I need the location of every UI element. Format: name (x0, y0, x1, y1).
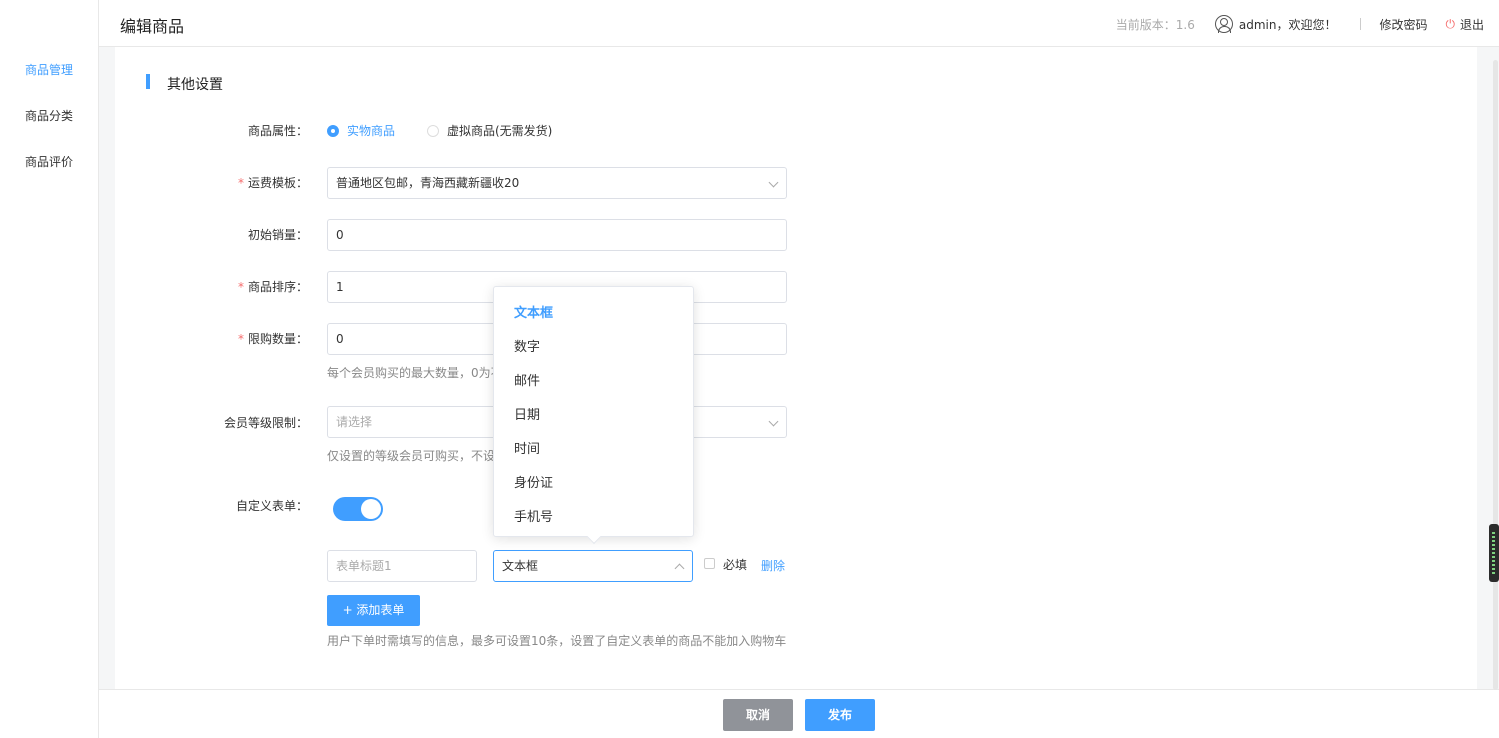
dropdown-option-date[interactable]: 日期 (514, 404, 540, 423)
welcome-text: admin，欢迎您！ (1238, 17, 1337, 32)
radio-virtual-product[interactable]: 虚拟商品(无需发货) (427, 122, 552, 139)
sidebar-item-product-management[interactable]: 商品管理 (0, 61, 99, 78)
product-sort-label: * 商品排序： (108, 278, 308, 295)
dropdown-option-phone[interactable]: 手机号 (514, 506, 553, 525)
version-text: 当前版本：1.6 (1115, 17, 1195, 32)
sidebar: 商品管理 商品分类 商品评价 (0, 0, 99, 738)
chevron-down-icon (768, 416, 779, 427)
label-text: 限购数量： (247, 332, 308, 346)
select-placeholder: 请选择 (336, 415, 373, 429)
sidebar-item-label: 商品评价 (25, 155, 74, 169)
required-asterisk: * (237, 332, 244, 346)
form-title-input[interactable]: 表单标题1 (327, 550, 477, 582)
member-level-label: 会员等级限制： (223, 416, 308, 430)
change-password-link[interactable]: 修改密码 (1379, 16, 1427, 33)
label-text: 运费模板： (247, 176, 308, 190)
shipping-template-select[interactable]: 普通地区包邮，青海西藏新疆收20 (327, 167, 787, 199)
user-icon (1214, 15, 1233, 33)
required-checkbox-label: 必填 (723, 558, 748, 572)
dropdown-option-email[interactable]: 邮件 (514, 370, 540, 389)
add-form-help: 用户下单时需填写的信息，最多可设置10条，设置了自定义表单的商品不能加入购物车 (327, 634, 787, 648)
product-attr-label: 商品属性： (247, 124, 308, 138)
custom-form-toggle[interactable] (333, 497, 383, 521)
footer-bar (99, 689, 1499, 738)
purchase-limit-help: 每个会员购买的最大数量，0为不 (327, 366, 503, 380)
header: 编辑商品 当前版本：1.6 admin，欢迎您！ 修改密码 ⏻ 退出 (99, 0, 1499, 47)
delete-form-link[interactable]: 删除 (761, 557, 785, 574)
initial-sales-label: 初始销量： (247, 228, 308, 242)
sidebar-item-label: 商品分类 (25, 109, 74, 123)
scroll-handle[interactable] (1489, 524, 1499, 582)
header-divider (1360, 18, 1362, 30)
select-value: 文本框 (502, 559, 539, 573)
main-card (115, 47, 1477, 690)
header-right: 当前版本：1.6 admin，欢迎您！ 修改密码 ⏻ 退出 (1116, 15, 1484, 33)
form-type-select[interactable]: 文本框 (493, 550, 693, 582)
chevron-down-icon (768, 177, 779, 188)
shipping-template-label: * 运费模板： (108, 174, 308, 191)
logout-link[interactable]: 退出 (1460, 16, 1484, 33)
select-value: 普通地区包邮，青海西藏新疆收20 (336, 176, 520, 190)
purchase-limit-label: * 限购数量： (108, 330, 308, 347)
radio-physical-product[interactable]: 实物商品 (327, 122, 395, 139)
dropdown-option-time[interactable]: 时间 (514, 438, 540, 457)
required-asterisk: * (237, 176, 244, 190)
toggle-knob (361, 499, 381, 519)
page-title: 编辑商品 (120, 17, 185, 36)
form-type-dropdown: 文本框 数字 邮件 日期 时间 身份证 手机号 (493, 286, 694, 537)
publish-button[interactable]: 发布 (805, 699, 875, 731)
sidebar-item-product-review[interactable]: 商品评价 (0, 153, 99, 170)
label-text: 商品排序： (247, 280, 308, 294)
radio-label: 虚拟商品(无需发货) (447, 124, 553, 138)
section-title: 其他设置 (167, 77, 223, 93)
dropdown-option-number[interactable]: 数字 (514, 336, 540, 355)
initial-sales-input[interactable]: 0 (327, 219, 787, 251)
required-checkbox[interactable] (704, 558, 715, 569)
dropdown-option-textbox[interactable]: 文本框 (514, 302, 553, 321)
custom-form-label: 自定义表单： (235, 499, 308, 513)
sidebar-item-product-category[interactable]: 商品分类 (0, 107, 99, 124)
scrollbar[interactable] (1493, 60, 1498, 690)
add-form-button[interactable]: + 添加表单 (327, 595, 420, 626)
radio-label: 实物商品 (347, 124, 396, 138)
cancel-button[interactable]: 取消 (723, 699, 793, 731)
dropdown-option-id-card[interactable]: 身份证 (514, 472, 553, 491)
chevron-up-icon (674, 563, 685, 574)
sidebar-item-label: 商品管理 (25, 63, 74, 77)
radio-unchecked-icon (427, 124, 439, 137)
member-level-help: 仅设置的等级会员可购买，不设 (327, 449, 496, 463)
radio-checked-icon (327, 124, 339, 137)
required-asterisk: * (237, 280, 244, 294)
power-icon[interactable]: ⏻ (1445, 17, 1455, 32)
section-marker (146, 74, 150, 89)
